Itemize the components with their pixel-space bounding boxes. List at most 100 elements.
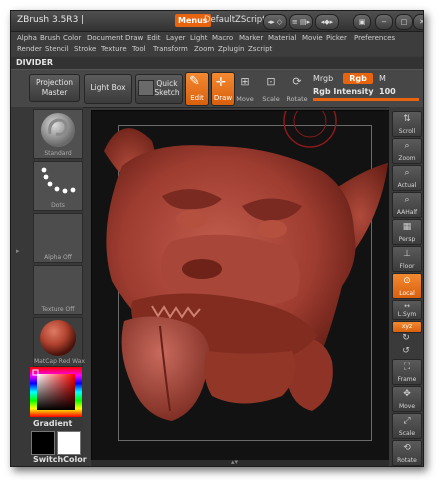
standard-brush-icon (41, 113, 75, 147)
menu-document[interactable]: Document (87, 34, 123, 42)
primary-color-swatch[interactable] (31, 431, 55, 455)
frame-icon: ⛶ (403, 362, 411, 372)
rotate-y-icon[interactable]: ↻ (392, 333, 420, 344)
persp-label: Persp (398, 236, 416, 243)
aahalf-button[interactable]: ⌕ AAHalf (392, 192, 422, 218)
title-bar: ZBrush 3.5R3 | Menus DefaultZScript ◂▸ ◇… (11, 11, 423, 32)
lsym-icon: ↔ (404, 302, 410, 310)
bottom-tray-arrow-icon[interactable]: ▴▾ (231, 458, 238, 466)
rotate-view-icon: ⟲ (403, 443, 411, 453)
close-icon[interactable]: ✕ (413, 14, 423, 30)
move-view-button[interactable]: ✥ Move (392, 386, 422, 412)
rotate-view-button[interactable]: ⟲ Rotate (392, 440, 422, 466)
move-view-icon: ✥ (403, 389, 411, 399)
edit-pen-icon: ✎ (189, 74, 200, 89)
scale-view-label: Scale (398, 430, 416, 437)
local-button[interactable]: ⊙ Local (392, 273, 422, 299)
xyz-button[interactable]: xyz (392, 321, 422, 333)
scale-view-icon: ⤢ (403, 416, 411, 426)
rotate-z-icon[interactable]: ↺ (392, 346, 420, 357)
scroll-label: Scroll (398, 128, 416, 135)
aahalf-icon: ⌕ (404, 195, 410, 205)
script-name: DefaultZScript (204, 15, 266, 25)
alpha-label: Alpha Off (44, 254, 72, 261)
left-tray-arrow-icon[interactable]: ▸ (16, 247, 20, 255)
actual-icon: ⌕ (404, 168, 410, 178)
edit-button[interactable]: ✎ Edit (185, 72, 209, 106)
bottom-shelf: ▴▾ (91, 458, 389, 466)
app-title: ZBrush 3.5R3 | (17, 15, 85, 25)
rgb-intensity-value: 100 (379, 87, 396, 96)
menu-layer[interactable]: Layer (166, 34, 186, 42)
menu-draw[interactable]: Draw (125, 34, 143, 42)
menu-material[interactable]: Material (268, 34, 296, 42)
stroke-selector[interactable]: Dots (33, 161, 83, 211)
menu-movie[interactable]: Movie (302, 34, 323, 42)
floor-label: Floor (399, 263, 415, 270)
rgb-toggle[interactable]: Rgb (343, 73, 373, 84)
lsym-button[interactable]: ↔ L.Sym (392, 300, 422, 320)
menu-preferences[interactable]: Preferences (354, 34, 395, 42)
actual-button[interactable]: ⌕ Actual (392, 165, 422, 191)
menu-tool[interactable]: Tool (132, 45, 146, 53)
mrgb-toggle[interactable]: Mrgb (313, 74, 333, 83)
menu-list-icon[interactable]: ≡ ▤▸ (289, 14, 313, 30)
gradient-label[interactable]: Gradient (33, 419, 72, 428)
material-selector[interactable]: MatCap Red Wax (33, 317, 85, 367)
menu-alpha[interactable]: Alpha (17, 34, 37, 42)
menu-render[interactable]: Render (17, 45, 42, 53)
quick-sketch-label: Quick Sketch (154, 79, 180, 97)
light-box-button[interactable]: Light Box (84, 74, 132, 104)
frame-button[interactable]: ⛶ Frame (392, 359, 422, 385)
menu-stencil[interactable]: Stencil (45, 45, 69, 53)
menu-picker[interactable]: Picker (326, 34, 347, 42)
menu-color[interactable]: Color (63, 34, 81, 42)
scroll-button[interactable]: ⇅ Scroll (392, 111, 422, 137)
switch-color-label[interactable]: SwitchColor (33, 455, 87, 464)
maximize-icon[interactable]: □ (395, 14, 413, 30)
menu-macro[interactable]: Macro (212, 34, 233, 42)
quick-sketch-button[interactable]: Quick Sketch (135, 74, 183, 104)
m-toggle[interactable]: M (379, 74, 386, 83)
color-picker-graphic (30, 367, 82, 417)
material-label: MatCap Red Wax (34, 358, 85, 365)
projection-master-button[interactable]: Projection Master (29, 74, 80, 102)
document-canvas[interactable] (91, 110, 391, 462)
minimize-icon[interactable]: − (375, 14, 393, 30)
texture-selector[interactable]: Texture Off (33, 265, 83, 315)
divider-label: DIVIDER (16, 58, 54, 67)
secondary-color-swatch[interactable] (57, 431, 81, 455)
rgb-controls: Mrgb Rgb M Rgb Intensity 100 (313, 73, 421, 103)
menu-light[interactable]: Light (190, 34, 207, 42)
floor-button[interactable]: ⊥ Floor (392, 246, 422, 272)
red-wax-sphere-icon (40, 320, 76, 356)
menu-edit[interactable]: Edit (147, 34, 161, 42)
alpha-selector[interactable]: Alpha Off (33, 213, 83, 263)
menu-zscript[interactable]: Zscript (248, 45, 272, 53)
menu-texture[interactable]: Texture (101, 45, 127, 53)
dog-head-sculpt (104, 111, 388, 421)
rgb-intensity-slider[interactable] (313, 98, 419, 101)
navigate-icon[interactable]: ◂◆▸ (315, 14, 339, 30)
persp-button[interactable]: ▦ Persp (392, 219, 422, 245)
menu-transform[interactable]: Transform (153, 45, 188, 53)
menu-zplugin[interactable]: Zplugin (218, 45, 244, 53)
zbrush-window: ZBrush 3.5R3 | Menus DefaultZScript ◂▸ ◇… (10, 10, 424, 467)
scale-view-button[interactable]: ⤢ Scale (392, 413, 422, 439)
palette-toggle-icon[interactable]: ◂▸ ◇ (263, 14, 287, 30)
zoom-label: Zoom (398, 155, 416, 162)
save-layout-icon[interactable]: ▣ (353, 14, 371, 30)
rotate-button[interactable]: ⟳ Rotate (277, 73, 317, 103)
edit-label: Edit (190, 94, 204, 102)
menu-brush[interactable]: Brush (40, 34, 60, 42)
menu-stroke[interactable]: Stroke (74, 45, 96, 53)
brush-selector[interactable]: Standard (33, 109, 83, 159)
zoom-icon: ⌕ (404, 141, 410, 151)
menu-zoom[interactable]: Zoom (194, 45, 214, 53)
persp-icon: ▦ (402, 222, 412, 232)
color-picker[interactable] (30, 367, 82, 417)
floor-icon: ⊥ (403, 249, 411, 259)
xyz-label: xyz (401, 323, 413, 330)
zoom-button[interactable]: ⌕ Zoom (392, 138, 422, 164)
menu-marker[interactable]: Marker (239, 34, 263, 42)
